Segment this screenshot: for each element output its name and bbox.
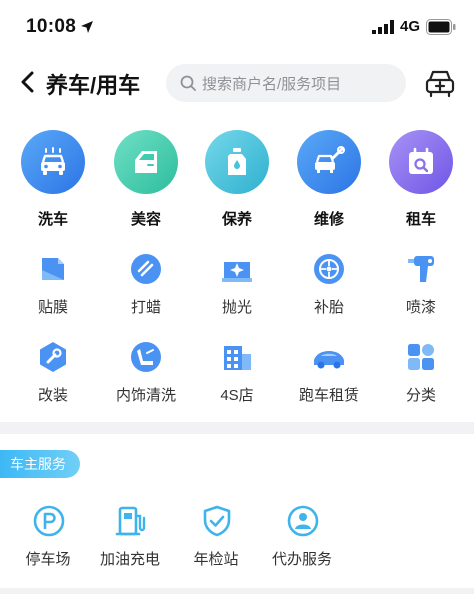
parking-icon bbox=[33, 505, 65, 537]
rental-badge bbox=[389, 130, 453, 194]
subcategory-modify[interactable]: 改装 bbox=[7, 340, 99, 410]
subcategory-label: 内饰清洗 bbox=[115, 387, 176, 404]
agent-icon bbox=[287, 505, 319, 537]
section-divider bbox=[0, 422, 474, 434]
repair-badge bbox=[297, 130, 361, 194]
category-beauty[interactable]: 美容 bbox=[100, 128, 192, 232]
wrench-hex-icon bbox=[40, 342, 66, 372]
film-icon bbox=[42, 258, 64, 280]
car-wash-badge bbox=[21, 130, 85, 194]
service-inspection[interactable]: 年检站 bbox=[176, 504, 256, 574]
search-placeholder: 搜索商户名/服务项目 bbox=[202, 76, 342, 93]
calendar-car-icon bbox=[409, 147, 433, 174]
owner-services-badge: 车主服务 bbox=[0, 450, 80, 478]
sports-car-icon bbox=[314, 351, 344, 369]
car-repair-icon bbox=[315, 146, 345, 173]
back-arrow-icon[interactable] bbox=[18, 70, 38, 94]
fuel-pump-icon bbox=[115, 506, 146, 536]
spray-gun-icon bbox=[408, 256, 434, 282]
subcategory-spray[interactable]: 喷漆 bbox=[375, 252, 467, 322]
signal-icon bbox=[372, 20, 394, 34]
oil-can-icon bbox=[228, 148, 246, 175]
building-icon bbox=[224, 346, 251, 370]
search-icon bbox=[180, 75, 196, 91]
add-car-icon[interactable] bbox=[424, 68, 456, 98]
subcategory-film[interactable]: 贴膜 bbox=[7, 252, 99, 322]
shield-check-icon bbox=[203, 505, 231, 537]
service-label: 加油充电 bbox=[99, 551, 160, 568]
wax-icon bbox=[131, 254, 161, 284]
status-bar: 10:08 4G bbox=[0, 0, 474, 56]
subcategory-polish[interactable]: 抛光 bbox=[191, 252, 283, 322]
category-repair[interactable]: 维修 bbox=[283, 128, 375, 232]
service-parking[interactable]: 停车场 bbox=[8, 504, 88, 574]
subcategory-label: 改装 bbox=[37, 387, 68, 404]
category-rental[interactable]: 租车 bbox=[375, 128, 467, 232]
search-input[interactable]: 搜索商户名/服务项目 bbox=[166, 64, 406, 102]
subcategory-all[interactable]: 分类 bbox=[375, 340, 467, 410]
grid-icon bbox=[408, 344, 434, 370]
category-label: 维修 bbox=[313, 211, 344, 228]
subcategory-sports-car[interactable]: 跑车租赁 bbox=[283, 340, 375, 410]
subcategory-label: 贴膜 bbox=[37, 299, 68, 316]
location-arrow-icon bbox=[81, 21, 93, 33]
maintenance-badge bbox=[205, 130, 269, 194]
network-type: 4G bbox=[400, 18, 421, 35]
subcategory-wax[interactable]: 打蜡 bbox=[100, 252, 192, 322]
subcategory-label: 跑车租赁 bbox=[298, 387, 359, 404]
service-label: 年检站 bbox=[193, 551, 239, 568]
subcategory-4s-store[interactable]: 4S店 bbox=[191, 340, 283, 410]
polish-icon bbox=[222, 262, 252, 282]
subcategory-label: 补胎 bbox=[313, 299, 344, 316]
subcategory-label: 打蜡 bbox=[130, 299, 161, 316]
subcategory-interior[interactable]: 内饰清洗 bbox=[100, 340, 192, 410]
battery-icon bbox=[426, 19, 456, 35]
beauty-badge bbox=[114, 130, 178, 194]
service-agent[interactable]: 代办服务 bbox=[262, 504, 342, 574]
car-wash-icon bbox=[41, 147, 65, 175]
bottom-divider bbox=[0, 588, 474, 594]
tire-icon bbox=[314, 254, 344, 284]
car-door-icon bbox=[135, 151, 157, 173]
subcategory-label: 喷漆 bbox=[405, 299, 436, 316]
subcategory-label: 抛光 bbox=[221, 299, 252, 316]
status-time: 10:08 bbox=[26, 16, 77, 37]
main-category-row: 洗车 美容 保养 维修 租车 bbox=[0, 128, 474, 232]
category-label: 美容 bbox=[130, 211, 161, 228]
category-car-wash[interactable]: 洗车 bbox=[7, 128, 99, 232]
subcategory-label: 4S店 bbox=[220, 387, 254, 404]
page-title: 养车/用车 bbox=[46, 73, 141, 98]
service-fuel-charge[interactable]: 加油充电 bbox=[90, 504, 170, 574]
service-label: 代办服务 bbox=[271, 551, 332, 568]
category-label: 租车 bbox=[405, 211, 436, 228]
category-label: 保养 bbox=[221, 211, 252, 228]
category-maintenance[interactable]: 保养 bbox=[191, 128, 283, 232]
subcategory-label: 分类 bbox=[405, 387, 436, 404]
car-seat-icon bbox=[131, 342, 161, 372]
category-label: 洗车 bbox=[37, 211, 68, 228]
subcategory-tire[interactable]: 补胎 bbox=[283, 252, 375, 322]
nav-header: 养车/用车 搜索商户名/服务项目 bbox=[0, 58, 474, 108]
